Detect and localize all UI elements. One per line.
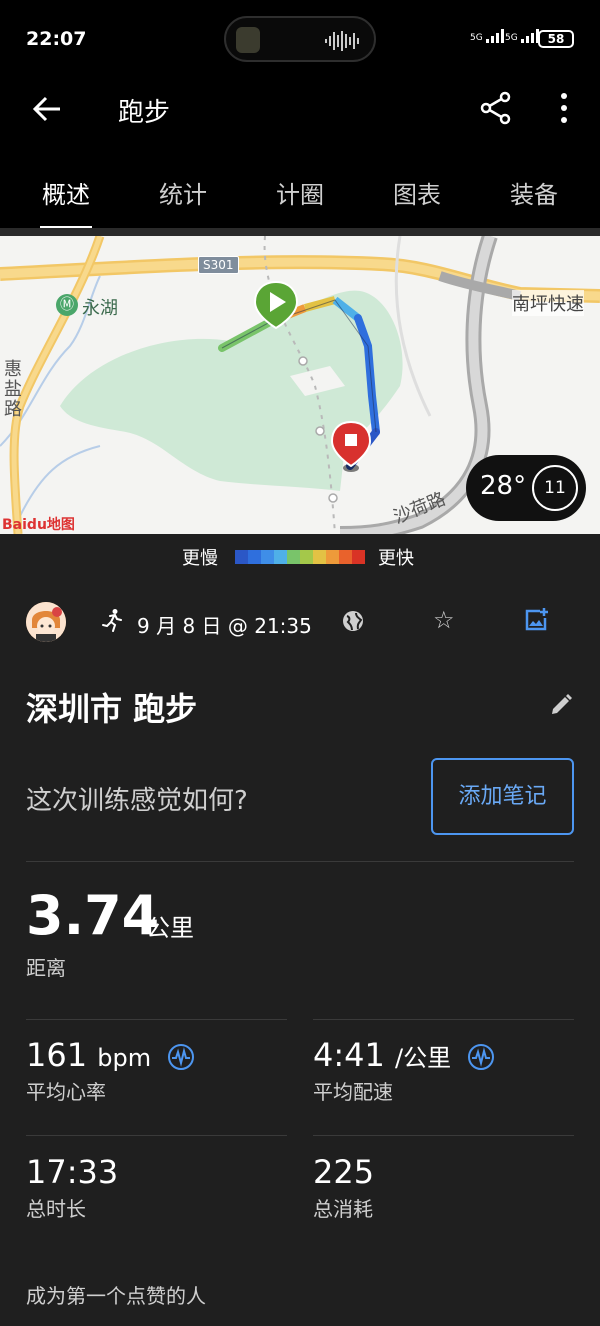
metro-icon: Ⓜ [56,294,78,316]
status-bar: 22:07 5G 5G 58 [0,0,600,78]
signal-label-2: 5G [505,33,518,43]
legend-color-swatch [274,550,287,564]
signal-icon-1: 5G [470,29,504,43]
legend-color-swatch [313,550,326,564]
app-bar: 跑步 概述 统计 计圈 图表 装备 [0,78,600,230]
calories-value: 225 [313,1153,375,1191]
tab-laps[interactable]: 计圈 [255,175,345,210]
tab-charts[interactable]: 图表 [372,175,462,210]
legend-color-swatch [339,550,352,564]
activity-title: 深圳市 跑步 [26,690,198,728]
calories-label: 总消耗 [313,1197,373,1221]
distance-label: 距离 [26,956,66,980]
legend-color-swatch [287,550,300,564]
legend-color-swatch [300,550,313,564]
legend-color-bar [235,550,365,564]
divider [26,861,574,862]
share-icon[interactable] [478,90,514,126]
tab-overview[interactable]: 概述 [21,175,111,210]
pace-legend: 更慢 更快 [0,536,600,576]
star-icon[interactable]: ☆ [433,606,455,634]
legend-color-swatch [261,550,274,564]
distance-value: 3.74 [26,884,160,947]
distance-unit: 公里 [146,914,194,942]
legend-fast-label: 更快 [378,548,414,569]
stat-heart-rate[interactable]: 161 bpm 平均心率 [26,1036,195,1105]
media-thumbnail [236,27,260,53]
legend-color-swatch [326,550,339,564]
heart-rate-value: 161 [26,1036,88,1074]
avatar[interactable] [26,602,66,642]
feel-prompt: 这次训练感觉如何? [26,786,248,816]
heart-rate-label: 平均心率 [26,1080,106,1104]
dynamic-island[interactable] [224,16,376,62]
legend-color-swatch [352,550,365,564]
wind-speed-icon: 11 [532,465,578,511]
duration-value: 17:33 [26,1153,119,1191]
add-note-button[interactable]: 添加笔记 [431,758,574,835]
divider [0,228,600,236]
page-title: 跑步 [118,98,171,128]
highway-shield: S301 [198,256,239,274]
legend-color-swatch [248,550,261,564]
map-label-road-right: 南坪快速 [512,290,584,316]
divider [26,1019,287,1020]
divider [313,1019,574,1020]
map-label-station: 永湖 [82,298,118,319]
divider [313,1135,574,1136]
divider [26,1135,287,1136]
add-photo-icon[interactable] [522,606,550,634]
more-options-icon[interactable] [554,90,574,126]
pace-unit: /公里 [395,1044,452,1072]
weather-badge: 28° 11 [466,455,586,521]
back-arrow-icon[interactable] [30,92,64,126]
signal-label-1: 5G [470,33,483,43]
legend-slow-label: 更慢 [182,548,218,569]
edit-pencil-icon[interactable] [548,692,574,718]
map-brand-logo: Baidu地图 [2,517,75,533]
likes-prompt[interactable]: 成为第一个点赞的人 [26,1280,206,1309]
pace-value: 4:41 [313,1036,385,1074]
stat-calories[interactable]: 225 总消耗 [313,1153,374,1222]
signal-icon-2: 5G [505,29,539,43]
status-time: 22:07 [26,28,87,50]
tab-stats[interactable]: 统计 [138,175,228,210]
legend-color-swatch [235,550,248,564]
pace-graph-icon[interactable] [467,1043,495,1071]
stat-duration[interactable]: 17:33 总时长 [26,1153,118,1222]
weather-temperature: 28° [480,471,527,501]
pace-label: 平均配速 [313,1080,393,1104]
running-icon [100,608,124,638]
activity-meta-row: 9 月 8 日 @ 21:35 ☆ [0,596,600,652]
tab-bar: 概述 统计 计圈 图表 装备 [0,175,600,225]
activity-date: 9 月 8 日 @ 21:35 [137,614,312,638]
duration-label: 总时长 [26,1197,86,1221]
audio-wave-icon [325,31,359,51]
battery-icon: 58 [538,30,574,48]
heart-rate-unit: bpm [97,1044,152,1072]
heart-rate-graph-icon[interactable] [167,1043,195,1071]
tab-gear[interactable]: 装备 [489,175,579,210]
stat-pace[interactable]: 4:41 /公里 平均配速 [313,1036,495,1105]
map-label-road-left: 惠盐路 [4,359,22,420]
globe-icon[interactable] [340,608,366,634]
